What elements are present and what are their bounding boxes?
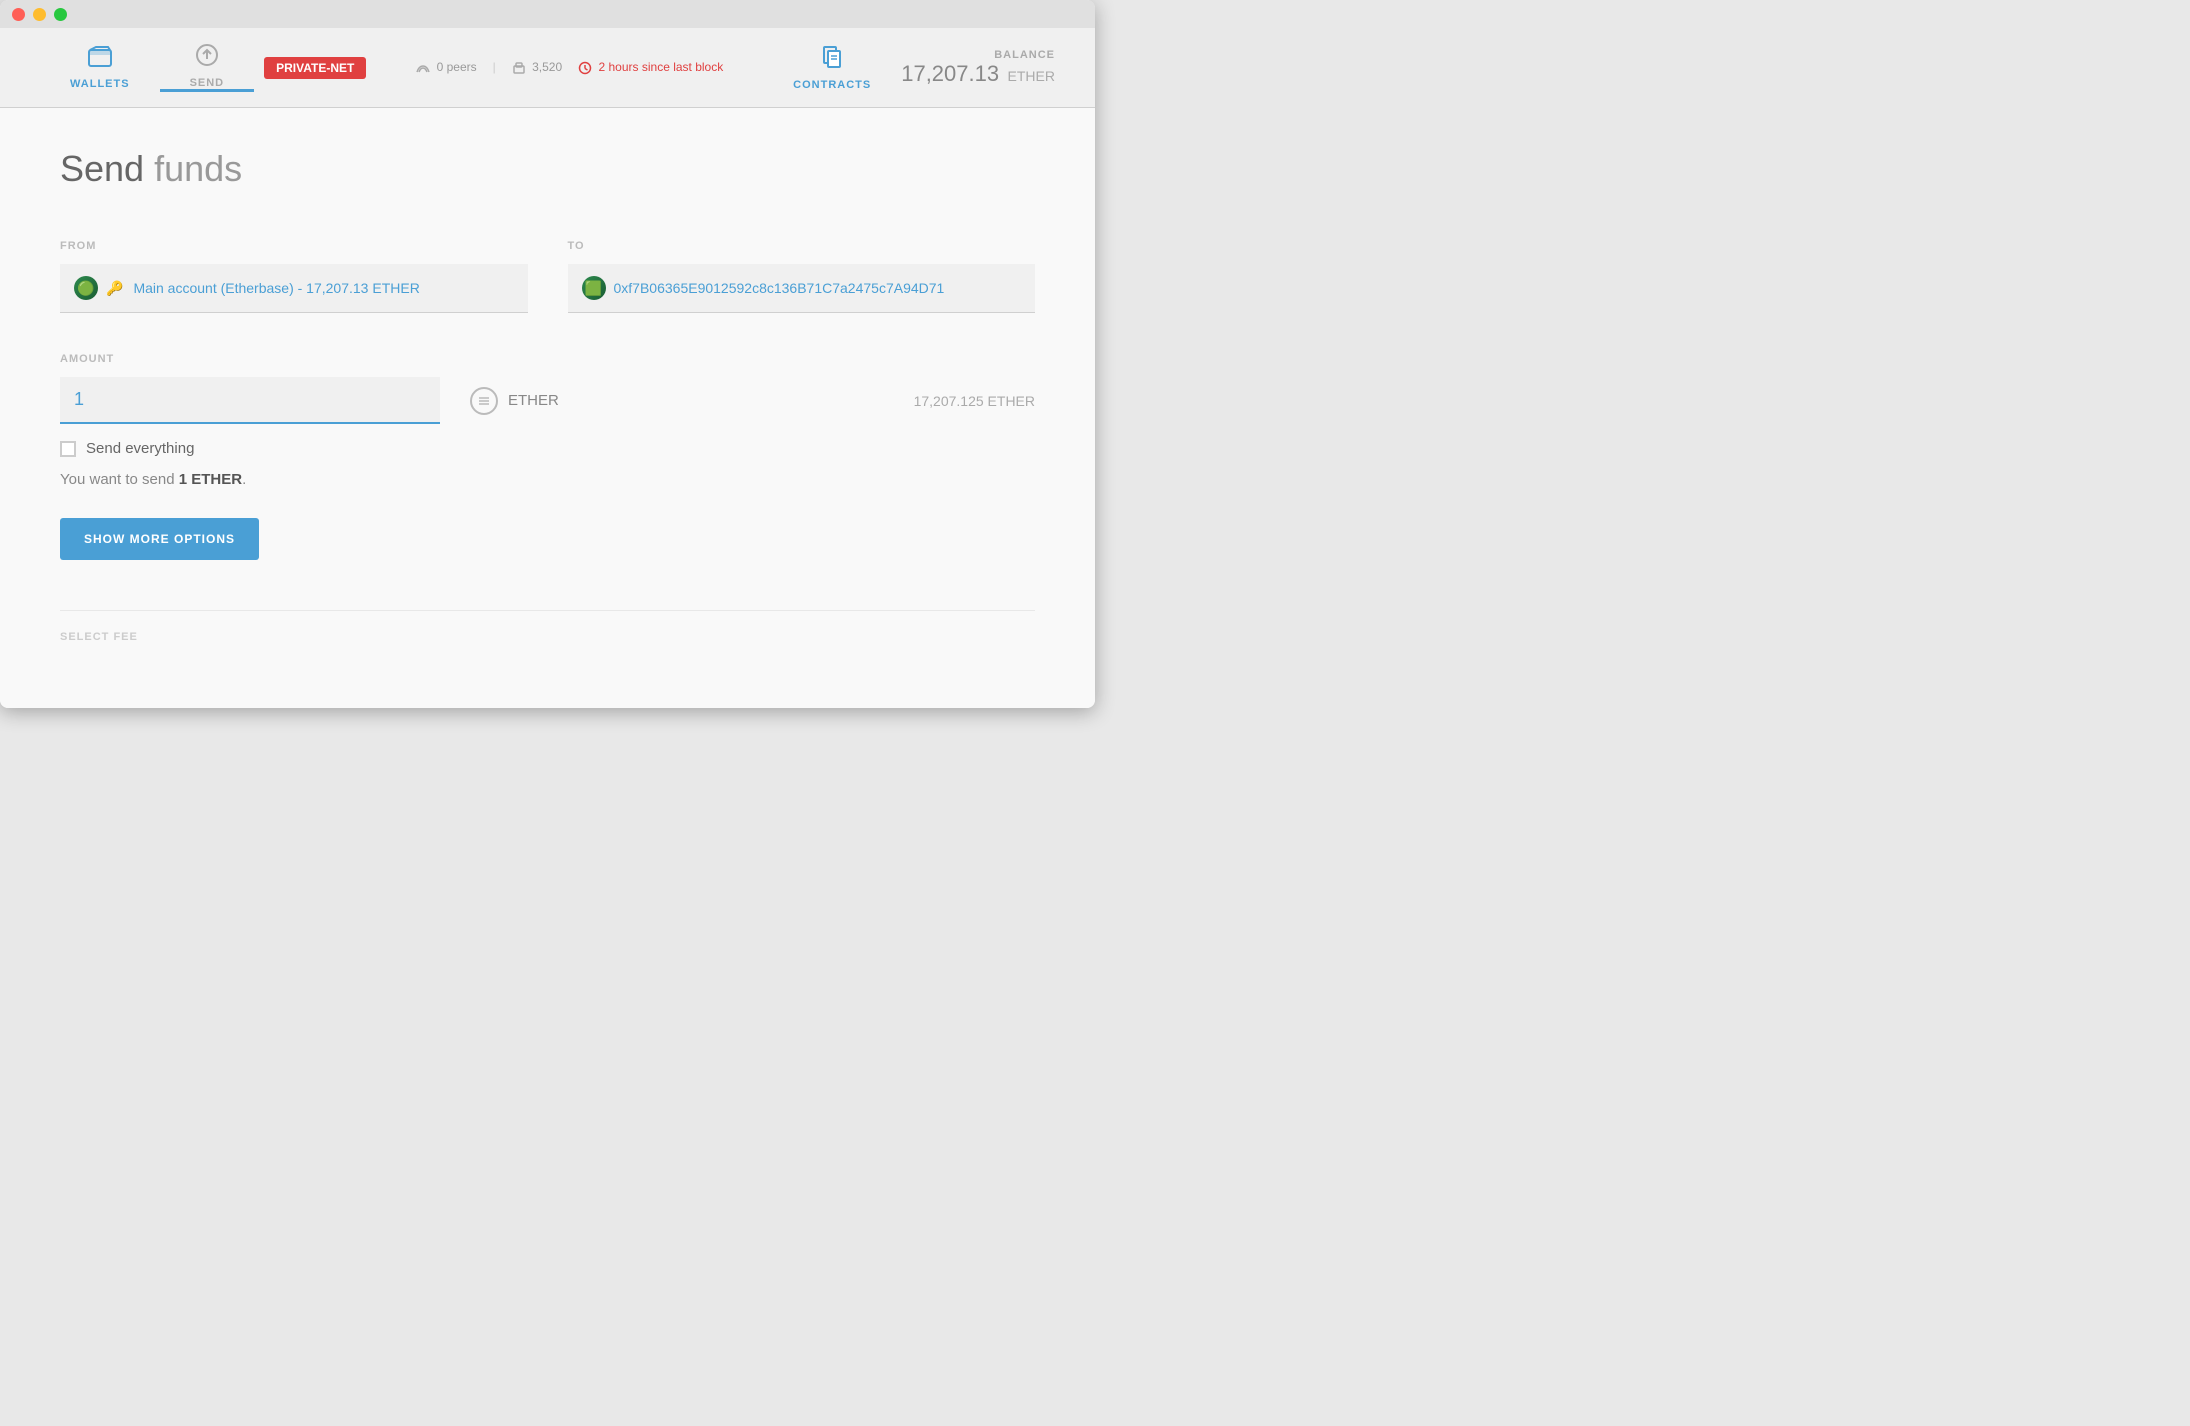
send-summary-prefix: You want to send — [60, 471, 179, 488]
minimize-button[interactable] — [33, 8, 46, 21]
nav-wallets[interactable]: WALLETS — [40, 46, 160, 90]
send-everything-label: Send everything — [86, 440, 194, 457]
send-summary: You want to send 1 ETHER. — [60, 471, 1035, 488]
send-icon — [195, 43, 219, 73]
close-button[interactable] — [12, 8, 25, 21]
wallets-label: WALLETS — [70, 78, 130, 90]
currency-selector[interactable]: ETHER — [470, 387, 559, 415]
title-bar — [0, 0, 1095, 28]
from-group: FROM 🟢 🔑 Main account (Etherbase) - 17,2… — [60, 240, 528, 313]
network-badge: PRIVATE-NET — [264, 57, 366, 79]
balance-section: BALANCE 17,207.13 ETHER — [901, 49, 1055, 87]
from-account-text: Main account (Etherbase) - 17,207.13 ETH… — [133, 280, 419, 296]
currency-label: ETHER — [508, 392, 559, 409]
contracts-icon — [820, 45, 844, 75]
nav-send[interactable]: SEND — [160, 43, 255, 92]
nav-contracts[interactable]: CONTRACTS — [763, 45, 901, 91]
send-everything-row: Send everything — [60, 440, 1035, 457]
to-account-field[interactable]: 🟩 0xf7B06365E9012592c8c136B71C7a2475c7A9… — [568, 264, 1036, 313]
show-more-options-button[interactable]: SHOW MORE OPTIONS — [60, 518, 259, 560]
to-label: TO — [568, 240, 1036, 252]
send-label: SEND — [190, 77, 225, 89]
send-summary-amount: 1 ETHER — [179, 471, 242, 488]
contracts-label: CONTRACTS — [793, 79, 871, 91]
balance-currency: ETHER — [1008, 68, 1055, 84]
amount-label: AMOUNT — [60, 353, 1035, 365]
balance-value: 17,207.13 — [901, 61, 999, 86]
send-summary-suffix: . — [242, 471, 246, 488]
to-address-text: 0xf7B06365E9012592c8c136B71C7a2475c7A94D… — [614, 280, 945, 296]
select-fee-label: SELECT FEE — [60, 610, 1035, 643]
to-avatar: 🟩 — [582, 276, 606, 300]
amount-input[interactable] — [60, 377, 440, 424]
main-content: Send funds FROM 🟢 🔑 Main account (Etherb… — [0, 108, 1095, 708]
maximize-button[interactable] — [54, 8, 67, 21]
time-status: 2 hours since last block — [578, 60, 723, 75]
blocks-status: 3,520 — [512, 60, 562, 75]
from-avatar: 🟢 — [74, 276, 98, 300]
page-title-bold: Send — [60, 148, 144, 189]
from-to-row: FROM 🟢 🔑 Main account (Etherbase) - 17,2… — [60, 240, 1035, 313]
key-icon: 🔑 — [106, 280, 123, 297]
from-account-field[interactable]: 🟢 🔑 Main account (Etherbase) - 17,207.13… — [60, 264, 528, 313]
wallets-icon — [88, 46, 112, 74]
app-window: WALLETS SEND PRIVATE-NET 0 peers — [0, 0, 1095, 708]
to-group: TO 🟩 0xf7B06365E9012592c8c136B71C7a2475c… — [568, 240, 1036, 313]
currency-icon — [470, 387, 498, 415]
amount-input-wrap — [60, 377, 440, 424]
page-title: Send funds — [60, 148, 1035, 190]
balance-label: BALANCE — [901, 49, 1055, 61]
balance-display: 17,207.13 ETHER — [901, 61, 1055, 87]
status-bar: 0 peers | 3,520 2 hours since last block — [376, 60, 763, 75]
navbar: WALLETS SEND PRIVATE-NET 0 peers — [0, 28, 1095, 108]
send-everything-checkbox[interactable] — [60, 441, 76, 457]
available-balance: 17,207.125 ETHER — [914, 393, 1035, 409]
amount-row: ETHER 17,207.125 ETHER — [60, 377, 1035, 424]
peers-status: 0 peers — [416, 60, 476, 74]
from-label: FROM — [60, 240, 528, 252]
page-title-light: funds — [144, 148, 242, 189]
amount-section: AMOUNT ETHER 17,207.125 ETHER — [60, 353, 1035, 488]
